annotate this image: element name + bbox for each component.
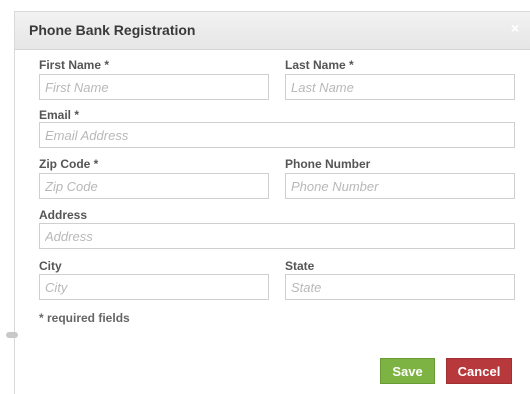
modal-header: Phone Bank Registration ×	[15, 12, 530, 50]
state-input[interactable]	[285, 274, 515, 300]
phone-number-input[interactable]	[285, 173, 515, 199]
city-label: City	[39, 259, 62, 273]
email-input[interactable]	[39, 122, 515, 148]
zip-code-label: Zip Code *	[39, 157, 99, 171]
modal-title: Phone Bank Registration	[29, 22, 196, 38]
phone-number-label: Phone Number	[285, 157, 371, 171]
cancel-button[interactable]: Cancel	[446, 358, 512, 384]
last-name-input[interactable]	[285, 74, 515, 100]
close-icon[interactable]: ×	[508, 21, 522, 35]
address-input[interactable]	[39, 223, 515, 249]
email-label: Email *	[39, 108, 80, 122]
registration-modal: Phone Bank Registration × First Name * L…	[14, 11, 530, 394]
address-label: Address	[39, 208, 88, 222]
save-button[interactable]: Save	[380, 358, 435, 384]
state-label: State	[285, 259, 315, 273]
page: Phone Bank Registration × First Name * L…	[0, 0, 530, 394]
first-name-input[interactable]	[39, 74, 269, 100]
required-fields-note: * required fields	[39, 311, 130, 325]
last-name-label: Last Name *	[285, 58, 354, 72]
zip-code-input[interactable]	[39, 173, 269, 199]
first-name-label: First Name *	[39, 58, 110, 72]
scroll-handle[interactable]	[6, 332, 18, 338]
city-input[interactable]	[39, 274, 269, 300]
